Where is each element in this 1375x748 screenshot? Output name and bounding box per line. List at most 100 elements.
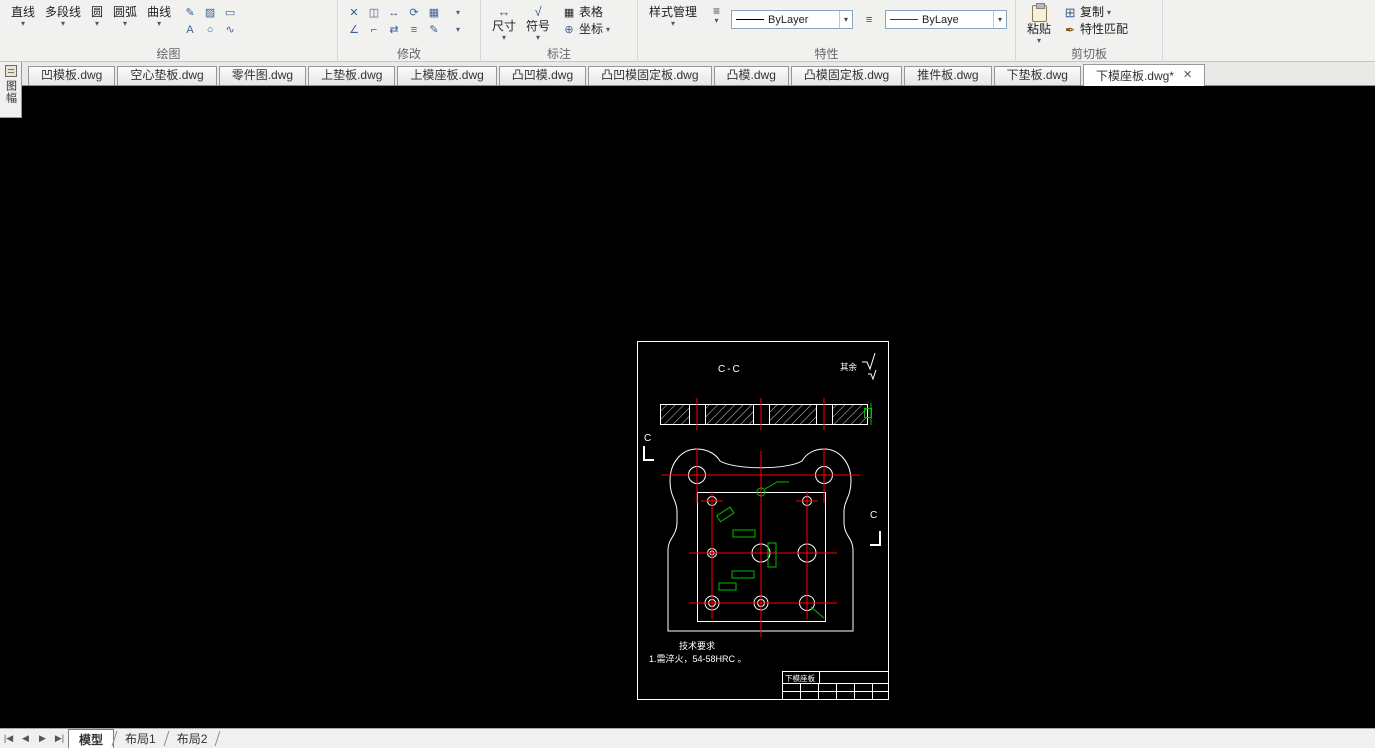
linetype-value: ByLayer	[768, 13, 809, 26]
file-tab[interactable]: 下垫板.dwg	[993, 66, 1081, 85]
panel-annotate-body: ↔ 尺寸 ▾ √ 符号 ▾ ▦ 表格 ⊕ 坐标 ▾	[487, 2, 631, 47]
file-tab-bar: 凹模板.dwg 空心垫板.dwg 零件图.dwg 上垫板.dwg 上模座板.dw…	[0, 62, 1375, 86]
modify-icon-grid: ✕ ◫ ↔ ⟳ ▦ ∠ ⌐ ⇄ ≡ ✎	[344, 4, 444, 38]
modify-carets: ▾ ▾	[448, 4, 468, 38]
fillet-icon[interactable]: ⌐	[364, 21, 384, 38]
style-manager-button[interactable]: 样式管理 ▾	[644, 2, 702, 28]
file-tab-label: 凸凹模固定板.dwg	[601, 68, 699, 82]
chevron-down-icon[interactable]: ▾	[502, 34, 506, 42]
tab-layout1[interactable]: 布局1	[115, 729, 166, 748]
match-properties-label: 特性匹配	[1080, 22, 1129, 36]
tab-layout2[interactable]: 布局2	[167, 729, 218, 748]
file-tab-active[interactable]: 下模座板.dwg* ✕	[1082, 64, 1206, 86]
color-combobox[interactable]: ByLayer ▾	[885, 10, 1008, 29]
coordinate-label: 坐标	[579, 22, 604, 36]
point-icon[interactable]: ○	[200, 21, 220, 38]
color-value: ByLayer	[922, 13, 959, 26]
table-tool-button[interactable]: ▦ 表格	[559, 4, 610, 21]
line-tool-button[interactable]: 直线 ▾	[6, 2, 40, 28]
tab-model[interactable]: 模型	[68, 729, 115, 748]
chevron-down-icon[interactable]: ▾	[1037, 37, 1041, 45]
frame-panel-icon	[4, 65, 17, 77]
polyline-tool-button[interactable]: 多段线 ▾	[40, 2, 86, 28]
chevron-down-icon[interactable]: ▾	[61, 20, 65, 28]
rotate-icon[interactable]: ⟳	[404, 4, 424, 21]
file-tab[interactable]: 凸凹模固定板.dwg	[588, 66, 712, 85]
chevron-down-icon[interactable]: ▾	[95, 20, 99, 28]
arc-tool-button[interactable]: 圆弧 ▾	[108, 2, 142, 28]
layer-menu-button[interactable]: ≡ ▾	[708, 2, 725, 25]
file-tab[interactable]: 推件板.dwg	[904, 66, 992, 85]
chamfer-icon[interactable]: ∠	[344, 21, 364, 38]
paste-button[interactable]: 粘贴 ▾	[1022, 2, 1056, 45]
chevron-down-icon[interactable]: ▾	[157, 20, 161, 28]
circle-tool-button[interactable]: 圆 ▾	[86, 2, 108, 28]
chevron-down-icon[interactable]: ▾	[839, 11, 852, 28]
spline-icon[interactable]: ∿	[220, 21, 240, 38]
mirror-icon[interactable]: ◫	[364, 4, 384, 21]
chevron-down-icon[interactable]: ▾	[1107, 8, 1111, 17]
table-label: 表格	[579, 5, 604, 19]
chevron-down-icon[interactable]: ▾	[715, 17, 719, 25]
symbol-tool-button[interactable]: √ 符号 ▾	[521, 2, 555, 42]
move-icon[interactable]: ↔	[384, 4, 404, 21]
last-tab-button[interactable]: ▶|	[51, 729, 68, 748]
coordinate-tool-button[interactable]: ⊕ 坐标 ▾	[559, 21, 610, 38]
chevron-down-icon[interactable]: ▾	[993, 11, 1006, 28]
sketch-pencil-icon[interactable]: ✎	[180, 4, 200, 21]
cad-drawing: 其余 C-C C C 技术要求 1.需淬火，54-58HRC 。 下模座板	[637, 341, 889, 700]
offset-icon[interactable]: ≡	[404, 21, 424, 38]
dimension-tool-button[interactable]: ↔ 尺寸 ▾	[487, 2, 521, 42]
edit-icon[interactable]: ✎	[424, 21, 444, 38]
file-tab-label: 推件板.dwg	[917, 68, 979, 82]
plan-centerlines	[661, 448, 860, 637]
stretch-icon[interactable]: ⇄	[384, 21, 404, 38]
panel-modify: ✕ ◫ ↔ ⟳ ▦ ∠ ⌐ ⇄ ≡ ✎ ▾ ▾ 修改	[338, 0, 481, 62]
curve-tool-button[interactable]: 曲线 ▾	[142, 2, 176, 28]
match-properties-button[interactable]: ✒ 特性匹配	[1060, 21, 1128, 38]
file-tab-label: 空心垫板.dwg	[130, 68, 204, 82]
file-tab[interactable]: 零件图.dwg	[218, 66, 307, 85]
file-tab[interactable]: 凸模固定板.dwg	[790, 66, 903, 85]
panel-properties: 样式管理 ▾ ≡ ▾ ByLayer ▾ ≡ ByLayer ▾ 特性	[638, 0, 1016, 62]
file-tab[interactable]: 凸模.dwg	[713, 66, 789, 85]
close-icon[interactable]: ✕	[1183, 70, 1192, 81]
chevron-down-icon[interactable]: ▾	[448, 4, 468, 21]
chevron-down-icon[interactable]: ▾	[606, 25, 610, 34]
ribbon-filler	[1163, 0, 1375, 61]
array-icon[interactable]: ▦	[424, 4, 444, 21]
text-icon[interactable]: A	[180, 21, 200, 38]
panel-label-draw: 绘图	[156, 47, 181, 61]
lineweight-icon[interactable]: ≡	[859, 11, 879, 28]
file-tab[interactable]: 空心垫板.dwg	[117, 66, 217, 85]
prev-tab-button[interactable]: ◀	[17, 729, 34, 748]
file-tab[interactable]: 凸凹模.dwg	[498, 66, 587, 85]
file-tab[interactable]: 凹模板.dwg	[28, 66, 116, 85]
linetype-combobox[interactable]: ByLayer ▾	[731, 10, 854, 29]
title-block: 下模座板	[782, 671, 889, 700]
draw-extra-icons: ✎ ▨ ▭ A ○ ∿	[180, 4, 240, 38]
panel-label-annotate: 标注	[546, 47, 571, 61]
tech-requirements-title: 技术要求	[679, 640, 715, 651]
technical-requirements: 技术要求 1.需淬火，54-58HRC 。	[649, 640, 747, 664]
rectangle-icon[interactable]: ▭	[220, 4, 240, 21]
hatch-icon[interactable]: ▨	[200, 4, 220, 21]
copy-button[interactable]: ⊞ 复制 ▾	[1060, 4, 1128, 21]
chevron-down-icon[interactable]: ▾	[448, 21, 468, 38]
file-tab[interactable]: 上垫板.dwg	[308, 66, 396, 85]
chevron-down-icon[interactable]: ▾	[123, 20, 127, 28]
file-tab[interactable]: 上模座板.dwg	[397, 66, 497, 85]
panel-modify-body: ✕ ◫ ↔ ⟳ ▦ ∠ ⌐ ⇄ ≡ ✎ ▾ ▾	[344, 2, 474, 47]
copy-icon: ⊞	[1064, 4, 1076, 20]
model-canvas[interactable]: 其余 C-C C C 技术要求 1.需淬火，54-58HRC 。 下模座板	[0, 86, 1375, 728]
frame-panel-tab[interactable]: 图幅	[0, 62, 22, 118]
chevron-down-icon[interactable]: ▾	[671, 20, 675, 28]
symbol-icon: √	[534, 4, 542, 19]
next-tab-button[interactable]: ▶	[34, 729, 51, 748]
erase-icon[interactable]: ✕	[344, 4, 364, 21]
first-tab-button[interactable]: |◀	[0, 729, 17, 748]
chevron-down-icon[interactable]: ▾	[536, 34, 540, 42]
panel-annotate: ↔ 尺寸 ▾ √ 符号 ▾ ▦ 表格 ⊕ 坐标 ▾ 标注	[481, 0, 638, 62]
status-bar: |◀ ◀ ▶ ▶| 模型 布局1 布局2	[0, 728, 1375, 748]
chevron-down-icon[interactable]: ▾	[21, 20, 25, 28]
